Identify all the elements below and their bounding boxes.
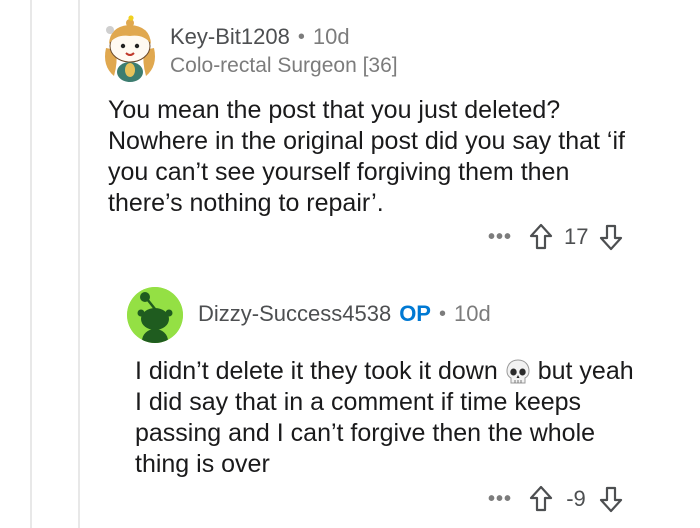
skull-emoji-icon [506, 359, 530, 384]
comment-body-line: Nowhere in the original post did you say… [108, 127, 625, 155]
username[interactable]: Dizzy-Success4538 [198, 301, 391, 327]
comment-age: 10d [312, 24, 350, 49]
more-options-button[interactable]: ••• [488, 488, 528, 511]
snoo-avatar-orange-hair-icon [105, 15, 155, 82]
user-avatar[interactable] [127, 287, 183, 343]
thread-line-outer[interactable] [30, 0, 32, 528]
comment-body: You mean the post that you just deleted?… [108, 95, 678, 219]
comment-body-text: but yeah [537, 357, 634, 385]
comment-actions: ••• 17 [488, 222, 624, 252]
user-avatar[interactable] [100, 14, 160, 82]
meta-separator: • [438, 302, 446, 325]
comment-body-line: there’s nothing to repair’. [108, 189, 384, 217]
comment-meta: Key-Bit1208 • 10d [170, 24, 350, 50]
comment-body-line: you can’t see yourself forgiving them th… [108, 158, 570, 186]
comment-body-line: thing is over [135, 450, 270, 478]
thread-line-inner[interactable] [78, 0, 80, 528]
comment-body-line: I did say that in a comment if time keep… [135, 388, 582, 416]
vote-score: 17 [564, 224, 589, 249]
downvote-arrow-icon[interactable] [598, 222, 624, 252]
comment-body-line: passing and I can’t forgive then the who… [135, 419, 596, 447]
comment-body-line: You mean the post that you just deleted? [108, 96, 561, 124]
user-flair: Colo-rectal Surgeon [36] [170, 54, 398, 77]
upvote-arrow-icon[interactable] [528, 484, 554, 514]
vote-score: -9 [566, 486, 586, 511]
more-options-button[interactable]: ••• [488, 226, 528, 249]
comment-meta: Dizzy-Success4538 OP • 10d [198, 301, 491, 327]
comment-actions: ••• -9 [488, 484, 624, 514]
default-green-snoo-avatar-icon [127, 287, 183, 343]
op-badge: OP [399, 301, 431, 326]
meta-separator: • [297, 25, 305, 48]
comment-age: 10d [454, 301, 491, 326]
downvote-arrow-icon[interactable] [598, 484, 624, 514]
username[interactable]: Key-Bit1208 [170, 24, 290, 50]
upvote-arrow-icon[interactable] [528, 222, 554, 252]
comment-body: I didn’t delete it they took it down but… [135, 356, 680, 480]
comment-body-text: I didn’t delete it they took it down [135, 357, 498, 385]
comment-body-line: I didn’t delete it they took it down but… [135, 356, 680, 387]
